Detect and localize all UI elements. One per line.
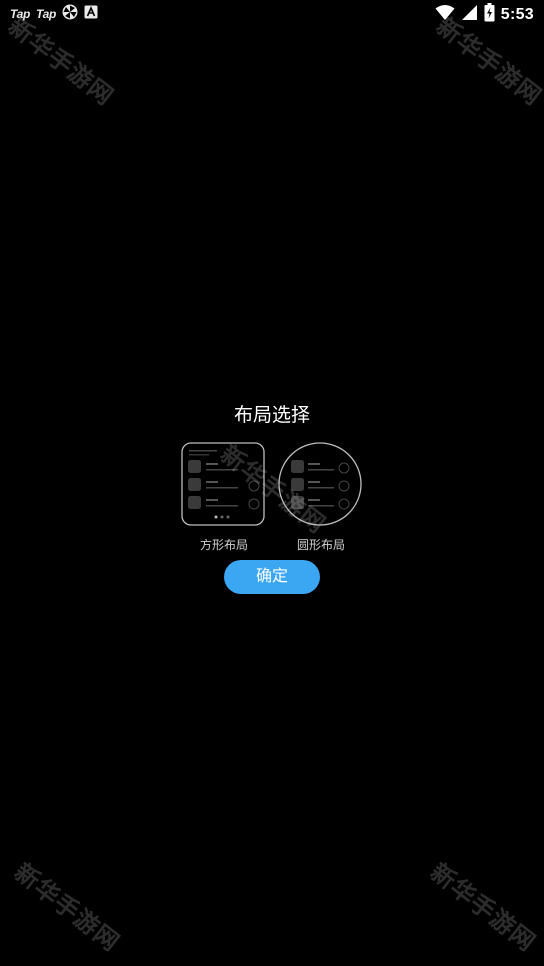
battery-charging-icon <box>484 3 495 26</box>
screen: Tap Tap 5:53 布局选择 方形布局 圆形布局 确定 新华手游网 新华手… <box>0 0 544 966</box>
confirm-button[interactable]: 确定 <box>224 560 320 594</box>
round-layout-label: 圆形布局 <box>296 538 345 552</box>
font-a-icon <box>84 5 98 22</box>
pinwheel-icon <box>62 4 78 23</box>
watermark: 新华手游网 <box>425 857 541 957</box>
square-layout-label: 方形布局 <box>199 538 248 552</box>
dialog-title: 布局选择 <box>233 404 310 426</box>
clock: 5:53 <box>500 5 534 23</box>
watermark: 新华手游网 <box>9 857 125 957</box>
